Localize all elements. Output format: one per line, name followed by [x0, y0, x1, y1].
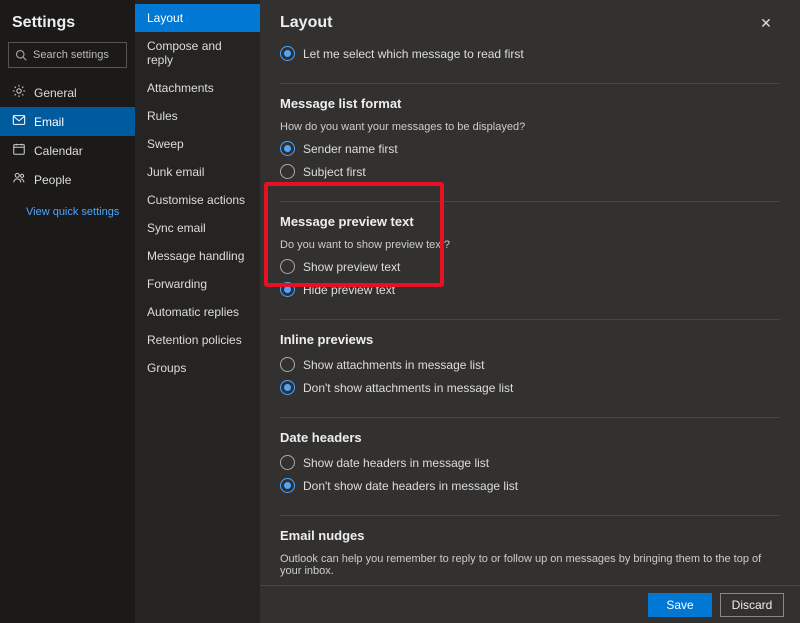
radio-inlinePreviews-0[interactable]: Show attachments in message list	[280, 357, 780, 372]
nav2-item-sync-email[interactable]: Sync email	[135, 214, 260, 242]
settings-title: Settings	[12, 14, 135, 32]
search-input[interactable]: Search settings	[8, 42, 127, 68]
nav2-item-compose-and-reply[interactable]: Compose and reply	[135, 32, 260, 74]
people-icon	[12, 171, 26, 188]
nav2-item-rules[interactable]: Rules	[135, 102, 260, 130]
nav1-item-email[interactable]: Email	[0, 107, 135, 136]
radio-icon	[280, 282, 295, 297]
nav2-item-automatic-replies[interactable]: Automatic replies	[135, 298, 260, 326]
radio-label: Let me select which message to read firs…	[303, 47, 524, 61]
nav1-label: Calendar	[34, 144, 83, 158]
radio-icon	[280, 380, 295, 395]
calendar-icon	[12, 142, 26, 159]
radio-read-first[interactable]: Let me select which message to read firs…	[280, 46, 780, 61]
save-button[interactable]: Save	[648, 593, 712, 617]
nav2-item-customise-actions[interactable]: Customise actions	[135, 186, 260, 214]
section-desc: How do you want your messages to be disp…	[280, 121, 780, 133]
radio-icon	[280, 164, 295, 179]
nav2-item-forwarding[interactable]: Forwarding	[135, 270, 260, 298]
radio-label: Show date headers in message list	[303, 456, 489, 470]
close-button[interactable]: ✕	[752, 9, 780, 37]
section-messageListFormat: Message list format How do you want your …	[280, 84, 780, 202]
nav1-label: People	[34, 173, 71, 187]
search-icon	[15, 49, 27, 61]
nav2-item-retention-policies[interactable]: Retention policies	[135, 326, 260, 354]
radio-icon	[280, 455, 295, 470]
section-title: Message preview text	[280, 214, 780, 229]
discard-button[interactable]: Discard	[720, 593, 784, 617]
footer: Save Discard	[260, 585, 800, 623]
nav1-label: Email	[34, 115, 64, 129]
radio-previewText-0[interactable]: Show preview text	[280, 259, 780, 274]
radio-label: Show attachments in message list	[303, 358, 484, 372]
search-placeholder: Search settings	[33, 49, 109, 61]
section-title: Inline previews	[280, 332, 780, 347]
radio-icon	[280, 259, 295, 274]
radio-messageListFormat-0[interactable]: Sender name first	[280, 141, 780, 156]
section-inlinePreviews: Inline previews Show attachments in messa…	[280, 320, 780, 418]
view-quick-settings-link[interactable]: View quick settings	[26, 206, 135, 218]
radio-label: Hide preview text	[303, 283, 395, 297]
settings-dialog: Settings Search settings General Email Cal…	[0, 0, 800, 623]
radio-icon	[280, 478, 295, 493]
page-title: Layout	[280, 14, 332, 32]
radio-label: Don't show attachments in message list	[303, 381, 513, 395]
radio-messageListFormat-1[interactable]: Subject first	[280, 164, 780, 179]
settings-sidebar: Settings Search settings General Email Cal…	[0, 0, 135, 623]
section-previewText: Message preview text Do you want to show …	[280, 202, 780, 320]
radio-icon	[280, 357, 295, 372]
nav2-item-layout[interactable]: Layout	[135, 4, 260, 32]
section-desc: Outlook can help you remember to reply t…	[280, 553, 780, 577]
radio-icon	[280, 141, 295, 156]
nav2-item-junk-email[interactable]: Junk email	[135, 158, 260, 186]
radio-label: Don't show date headers in message list	[303, 479, 518, 493]
nav1-item-general[interactable]: General	[0, 78, 135, 107]
settings-scroll-area[interactable]: Let me select which message to read firs…	[280, 42, 780, 623]
radio-dateHeaders-0[interactable]: Show date headers in message list	[280, 455, 780, 470]
radio-previewText-1[interactable]: Hide preview text	[280, 282, 780, 297]
nav1-item-people[interactable]: People	[0, 165, 135, 194]
radio-label: Sender name first	[303, 142, 398, 156]
radio-dateHeaders-1[interactable]: Don't show date headers in message list	[280, 478, 780, 493]
section-title: Message list format	[280, 96, 780, 111]
nav2-item-sweep[interactable]: Sweep	[135, 130, 260, 158]
section-dateHeaders: Date headers Show date headers in message…	[280, 418, 780, 516]
section-title: Date headers	[280, 430, 780, 445]
nav1-item-calendar[interactable]: Calendar	[0, 136, 135, 165]
nav2-item-attachments[interactable]: Attachments	[135, 74, 260, 102]
section-desc: Do you want to show preview text?	[280, 239, 780, 251]
radio-inlinePreviews-1[interactable]: Don't show attachments in message list	[280, 380, 780, 395]
email-settings-menu: LayoutCompose and replyAttachmentsRulesS…	[135, 0, 260, 623]
radio-label: Show preview text	[303, 260, 400, 274]
nav2-item-message-handling[interactable]: Message handling	[135, 242, 260, 270]
mail-icon	[12, 113, 26, 130]
radio-label: Subject first	[303, 165, 366, 179]
nav2-item-groups[interactable]: Groups	[135, 354, 260, 382]
gear-icon	[12, 84, 26, 101]
radio-icon	[280, 46, 295, 61]
nav1-label: General	[34, 86, 77, 100]
pane-header: Layout ✕	[280, 8, 780, 38]
layout-pane: Layout ✕ Let me select which message to …	[260, 0, 800, 623]
section-title: Email nudges	[280, 528, 780, 543]
